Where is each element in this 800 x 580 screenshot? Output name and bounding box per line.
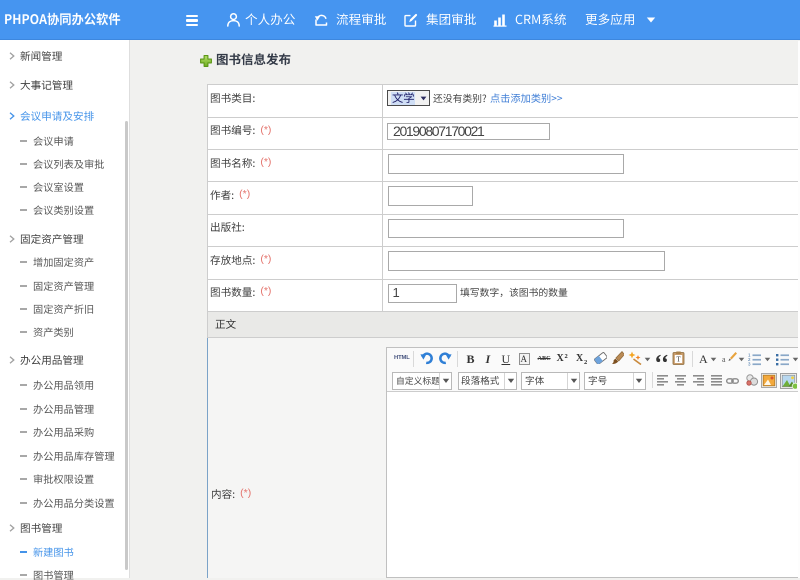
svg-text:a: a [722,355,726,364]
svg-text:3: 3 [748,361,751,365]
svg-text:T: T [676,356,681,364]
